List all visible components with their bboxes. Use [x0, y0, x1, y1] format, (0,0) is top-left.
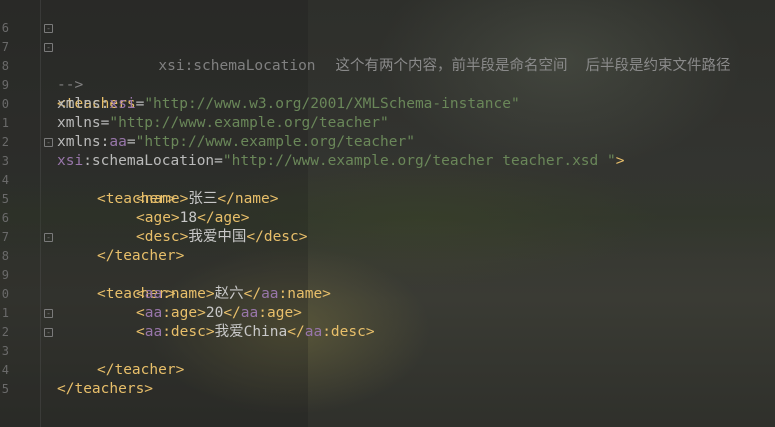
code-line[interactable]: 2 - </teacher>: [0, 304, 775, 378]
teachers-close-tag: </teachers>: [57, 381, 154, 397]
code-line[interactable]: 5: [0, 361, 775, 396]
fold-icon[interactable]: -: [44, 233, 53, 242]
code-line[interactable]: 8 - <teacher>: [0, 228, 775, 302]
code-line[interactable]: 0 <aa:age>20</aa:age>: [0, 266, 775, 321]
code-line[interactable]: 4: [0, 342, 775, 377]
fold-icon[interactable]: -: [44, 24, 53, 33]
code-line[interactable]: 4 <name>张三</name>: [0, 152, 775, 207]
code-line[interactable]: 0 xmlns="http://www.example.org/teacher": [0, 76, 775, 131]
code-line[interactable]: 8 - <teachers: [0, 38, 775, 112]
code-line[interactable]: 6 xsi:schemaLocation 这个有两个内容，前半段是命名空间 后半段是…: [0, 0, 775, 74]
code-editor[interactable]: 6 xsi:schemaLocation 这个有两个内容，前半段是命名空间 后半段是…: [0, 0, 775, 427]
code-line[interactable]: 1 xmlns:aa="http://www.example.org/teach…: [0, 95, 775, 150]
code-line[interactable]: 5 <age>18</age>: [0, 171, 775, 226]
line-number: 5: [1, 382, 9, 396]
fold-icon[interactable]: -: [44, 328, 53, 337]
fold-icon[interactable]: -: [44, 138, 53, 147]
code-line[interactable]: 2 xsi:schemaLocation="http://www.example…: [0, 114, 775, 169]
code-line[interactable]: 1 <aa:desc>我爱China</aa:desc>: [0, 285, 775, 340]
code-line[interactable]: 3 - <teacher>: [0, 133, 775, 207]
code-line[interactable]: 7 - -->: [0, 19, 775, 93]
fold-icon[interactable]: -: [44, 309, 53, 318]
code-line[interactable]: 7 </teacher>: [0, 209, 775, 264]
code-line[interactable]: 3 - </teachers>: [0, 323, 775, 397]
fold-icon[interactable]: -: [44, 43, 53, 52]
code-line[interactable]: 6 <desc>我爱中国</desc>: [0, 190, 775, 245]
code-line[interactable]: 9 <aa:name>赵六</aa:name>: [0, 247, 775, 302]
code-line[interactable]: 9 xmlns:xsi="http://www.w3.org/2001/XMLS…: [0, 57, 775, 112]
